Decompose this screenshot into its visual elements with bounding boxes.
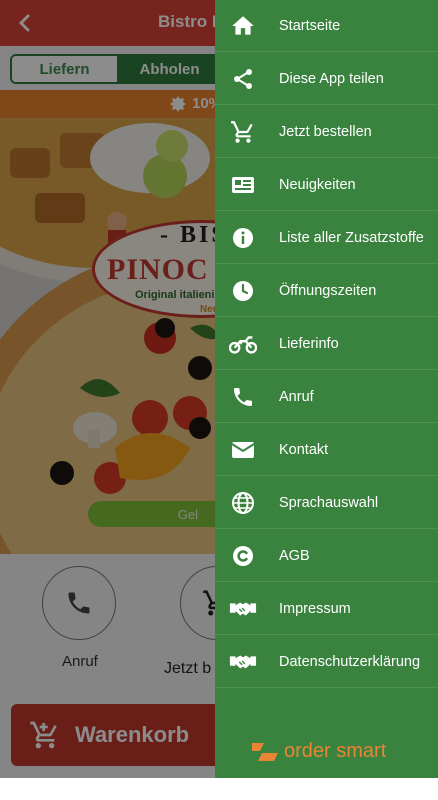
menu-label-additives: Liste aller Zusatzstoffe: [279, 229, 424, 246]
menu-label-agb: AGB: [279, 547, 310, 564]
menu-item-impressum[interactable]: Impressum: [215, 583, 438, 635]
copyright-icon: [229, 542, 257, 570]
menu-item-opening-hours[interactable]: Öffnungszeiten: [215, 265, 438, 317]
menu-label-privacy: Datenschutzerklärung: [279, 653, 421, 670]
envelope-icon: [229, 436, 257, 464]
menu-label-opening-hours: Öffnungszeiten: [279, 282, 377, 299]
navigation-drawer: Startseite Diese App teilen Jetzt bestel…: [215, 0, 438, 778]
menu-item-language[interactable]: Sprachauswahl: [215, 477, 438, 529]
menu-item-call[interactable]: Anruf: [215, 371, 438, 423]
menu-label-startseite: Startseite: [279, 17, 341, 34]
share-icon: [229, 65, 257, 93]
menu-item-contact[interactable]: Kontakt: [215, 424, 438, 476]
brand-text: order smart: [284, 740, 387, 762]
menu-label-impressum: Impressum: [279, 600, 351, 617]
info-icon: [229, 224, 257, 252]
home-icon: [229, 12, 257, 40]
menu-item-order-now[interactable]: Jetzt bestellen: [215, 106, 438, 158]
motorcycle-icon: [229, 330, 257, 358]
menu-label-delivery-info: Lieferinfo: [279, 335, 339, 352]
menu-item-agb[interactable]: AGB: [215, 530, 438, 582]
menu-item-startseite[interactable]: Startseite: [215, 0, 438, 52]
globe-icon: [229, 489, 257, 517]
menu-item-news[interactable]: Neuigkeiten: [215, 159, 438, 211]
order-smart-logo-icon: [252, 742, 278, 761]
clock-icon: [229, 277, 257, 305]
cart-icon: [229, 118, 257, 146]
menu-label-contact: Kontakt: [279, 441, 329, 458]
phone-icon: [229, 383, 257, 411]
menu-label-call: Anruf: [279, 388, 314, 405]
menu-item-privacy[interactable]: Datenschutzerklärung: [215, 636, 438, 688]
handshake-icon: [229, 648, 257, 676]
menu-label-news: Neuigkeiten: [279, 176, 356, 193]
menu-item-delivery-info[interactable]: Lieferinfo: [215, 318, 438, 370]
menu-label-share-app: Diese App teilen: [279, 70, 384, 87]
handshake-icon: [229, 595, 257, 623]
menu-item-additives[interactable]: Liste aller Zusatzstoffe: [215, 212, 438, 264]
menu-item-share-app[interactable]: Diese App teilen: [215, 53, 438, 105]
menu-label-order-now: Jetzt bestellen: [279, 123, 372, 140]
news-icon: [229, 171, 257, 199]
order-smart-brand: order smart: [250, 740, 386, 763]
bottom-strip: [0, 778, 438, 800]
menu-label-language: Sprachauswahl: [279, 494, 379, 511]
